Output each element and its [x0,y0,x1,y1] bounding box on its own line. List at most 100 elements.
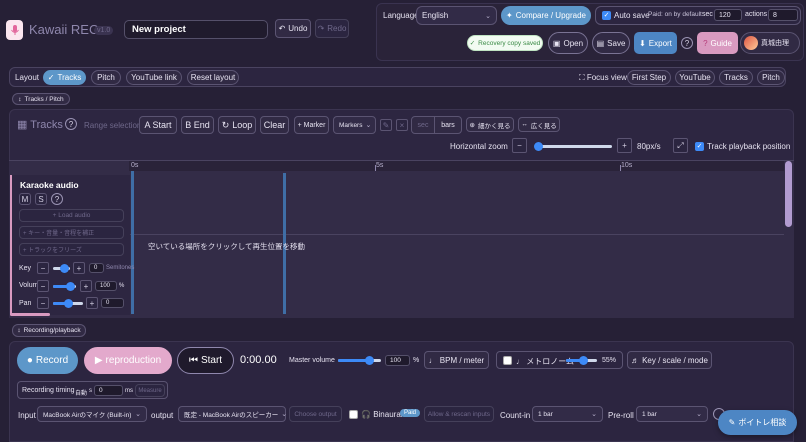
zoom-slider-knob[interactable] [534,142,543,151]
undo-icon: ↶ [278,24,286,33]
reproduction-button[interactable]: ▶ reproduction [84,347,172,374]
compare-upgrade-button[interactable]: ✦ Compare / Upgrade [501,6,591,25]
solo-button[interactable]: S [35,193,47,205]
tracks-help-icon[interactable]: ? [65,118,77,130]
load-audio-button[interactable]: + Load audio [19,209,124,222]
output-device-select[interactable]: 既定 - MacBook Airのスピーカー ⌄ [178,406,287,422]
record-button[interactable]: ● Record [17,347,78,374]
mute-button[interactable]: M [19,193,31,205]
focus-tracks[interactable]: Tracks [719,70,753,85]
countin-select[interactable]: 1 bar ⌄ [532,406,603,422]
marker-delete-icon[interactable]: × [396,119,408,131]
timing-offset-input[interactable]: 0 [94,385,123,396]
measure-button[interactable]: Measure [135,384,165,397]
b-end-button[interactable]: B End [181,116,214,134]
track-resize-handle[interactable] [10,313,50,316]
key-plus-button[interactable]: + [73,262,85,274]
clear-button[interactable]: Clear [260,116,289,134]
allow-rescan-button[interactable]: Allow & rescan inputs [424,406,494,422]
actions-label: actions [745,11,768,18]
open-button[interactable]: ▣ Open [548,32,588,54]
zoom-plus-button[interactable]: + [617,138,632,153]
key-minus-button[interactable]: − [37,262,49,274]
focus-pitch[interactable]: Pitch [757,70,785,85]
binaural-checkbox[interactable] [349,410,358,419]
volume-slider-knob[interactable] [66,282,75,291]
tab-youtube-link[interactable]: YouTube link [126,70,182,85]
volume-minus-button[interactable]: − [37,280,49,292]
reset-layout-button[interactable]: Reset layout [187,70,239,85]
master-volume-knob[interactable] [365,356,374,365]
recording-tag[interactable]: ↕ Recording/playback [12,324,86,337]
playhead[interactable] [131,171,134,314]
add-marker-button[interactable]: + Marker [294,116,329,134]
metronome-knob[interactable] [579,356,588,365]
focus-first-step[interactable]: First Step [627,70,671,85]
unit-bars-toggle[interactable]: bars [434,116,462,134]
save-button[interactable]: ▤ Save [592,32,630,54]
volume-plus-button[interactable]: + [80,280,92,292]
preroll-select[interactable]: 1 bar ⌄ [636,406,708,422]
timeline-ruler[interactable] [129,161,784,171]
focus-view-label: ⛶ Focus view [579,73,627,82]
diamond-icon: ✦ [506,11,513,20]
pan-plus-button[interactable]: + [86,297,98,309]
check-icon: ✓ [469,40,476,47]
export-button[interactable]: ⬇ Export [634,32,677,54]
zoom-out-button[interactable]: ↔ 広く見る [518,117,560,132]
language-label: Language [383,11,419,20]
zoom-in-button[interactable]: ⊕ 細かく見る [466,117,514,132]
layout-label: Layout [15,73,40,82]
tab-pitch[interactable]: Pitch [91,70,121,85]
loop-button[interactable]: ↻ Loop [218,116,256,134]
headphones-icon: 🎧 [361,410,374,419]
start-button[interactable]: ⏮ Start [177,347,234,374]
key-value-input[interactable]: 0 [89,263,104,273]
master-volume-input[interactable]: 100 [385,355,410,366]
guide-button[interactable]: ? Guide [697,32,738,54]
volume-value-input[interactable]: 100 [95,281,117,291]
key-slider-knob[interactable] [60,264,69,273]
freeze-track-button[interactable]: + トラックをフリーズ [19,243,124,256]
autosave-actions-input[interactable]: 8 [768,9,798,21]
pan-minus-button[interactable]: − [37,297,49,309]
focus-youtube[interactable]: YouTube [675,70,715,85]
undo-button[interactable]: ↶ Undo [275,19,311,38]
key-scale-mode-button[interactable]: ♬ Key / scale / mode [627,351,712,369]
track-playback-checkbox[interactable]: ✓ [695,142,704,151]
unit-sec-toggle[interactable]: sec [411,116,435,134]
input-device-select[interactable]: MacBook Airのマイク (Built-in) ⌄ [37,406,147,422]
recording-timing-label: Recording timing [22,387,75,394]
input-label: Input [18,411,36,420]
marker-edit-icon[interactable]: ✎ [380,119,392,131]
key-correction-button[interactable]: + キー・音量・音程を補正 [19,226,124,239]
voice-training-consult-button[interactable]: ✎ ボイトレ相談 [718,410,797,435]
markers-select[interactable]: Markers ⌄ [333,116,376,134]
track-help-icon[interactable]: ? [51,193,63,205]
record-dot-icon: ● [26,355,33,366]
pan-slider-knob[interactable] [64,299,73,308]
drag-handle-icon: ↕ [17,327,21,334]
fit-icon[interactable]: ⤢ [673,138,688,153]
redo-button[interactable]: ↷ Redo [315,19,349,38]
bpm-meter-button[interactable]: ♩ BPM / meter [424,351,489,369]
pan-value-input[interactable]: 0 [101,298,124,308]
timeline-scrollbar[interactable] [785,161,792,227]
help-icon[interactable]: ? [681,37,693,49]
tab-tracks[interactable]: ✓ Tracks [43,70,86,85]
expand-icon: ↔ [521,121,528,128]
metronome-checkbox[interactable] [503,356,512,365]
zoom-slider[interactable] [535,145,612,148]
tracks-pitch-tag[interactable]: ↕ Tracks / Pitch [12,93,70,105]
project-name-input[interactable]: New project [124,20,268,39]
key-unit: Semitones [106,265,135,271]
pencil-icon: ✎ [728,418,736,427]
choose-output-button[interactable]: Choose output [289,406,342,422]
zoom-minus-button[interactable]: − [512,138,527,153]
language-select[interactable]: English ⌄ [416,6,497,25]
autosave-seconds-input[interactable]: 120 [714,9,742,21]
chevron-down-icon: ⌄ [135,411,141,418]
a-start-button[interactable]: A Start [139,116,177,134]
user-menu[interactable]: 真城由理 [740,32,800,54]
autosave-checkbox[interactable]: ✓ [602,11,611,20]
